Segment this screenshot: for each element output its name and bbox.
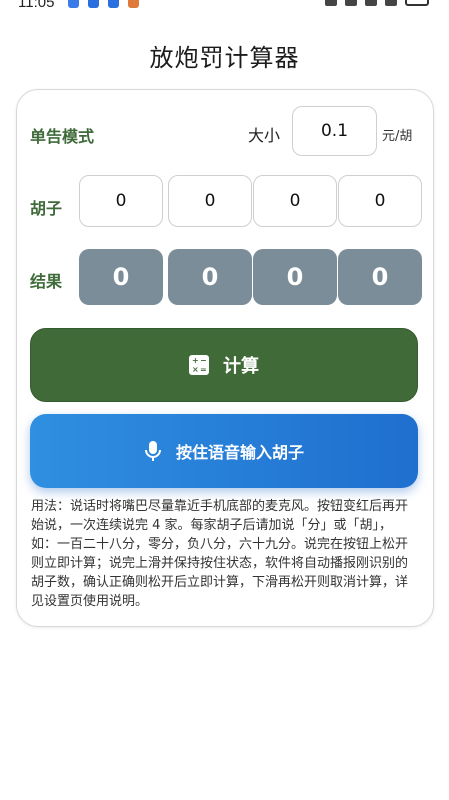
result-value-4: 0	[338, 249, 422, 305]
calculate-button-label: 计算	[223, 356, 259, 377]
notification-icon	[108, 0, 119, 8]
mode-toggle[interactable]: 单告模式	[30, 123, 94, 147]
hu-label: 胡子	[30, 199, 63, 218]
result-value-1: 0	[79, 249, 163, 305]
result-value-2: 0	[168, 249, 252, 305]
signal-icon	[385, 0, 397, 6]
calculator-icon: + − × =	[189, 355, 209, 375]
wifi-icon	[365, 0, 377, 6]
notification-icon	[128, 0, 139, 8]
hu-input-3[interactable]: 0	[253, 175, 337, 227]
hu-input-1[interactable]: 0	[79, 175, 163, 227]
size-label: 大小	[248, 126, 281, 145]
result-value-3: 0	[253, 249, 337, 305]
size-input[interactable]: 0.1	[292, 106, 377, 156]
status-time: 11:05	[18, 0, 55, 11]
notification-icon	[88, 0, 99, 8]
voice-input-button-label: 按住语音输入胡子	[175, 443, 304, 462]
mute-icon	[345, 0, 357, 6]
hu-input-2[interactable]: 0	[168, 175, 252, 227]
notification-icon	[68, 0, 79, 8]
unit-label: 元/胡	[382, 129, 413, 144]
status-bar: 11:05	[0, 0, 449, 14]
voice-input-button[interactable]: 按住语音输入胡子	[30, 414, 418, 488]
battery-icon	[405, 0, 429, 6]
microphone-icon	[144, 441, 161, 461]
nfc-icon	[325, 0, 337, 6]
hu-input-4[interactable]: 0	[338, 175, 422, 227]
usage-instructions: 用法：说话时将嘴巴尽量靠近手机底部的麦克风。按钮变红后再开始说，一次连续说完 4…	[31, 499, 409, 609]
calculate-button[interactable]: + − × = 计算	[30, 328, 418, 402]
result-label: 结果	[30, 272, 63, 291]
page-title: 放炮罚计算器	[149, 44, 300, 72]
